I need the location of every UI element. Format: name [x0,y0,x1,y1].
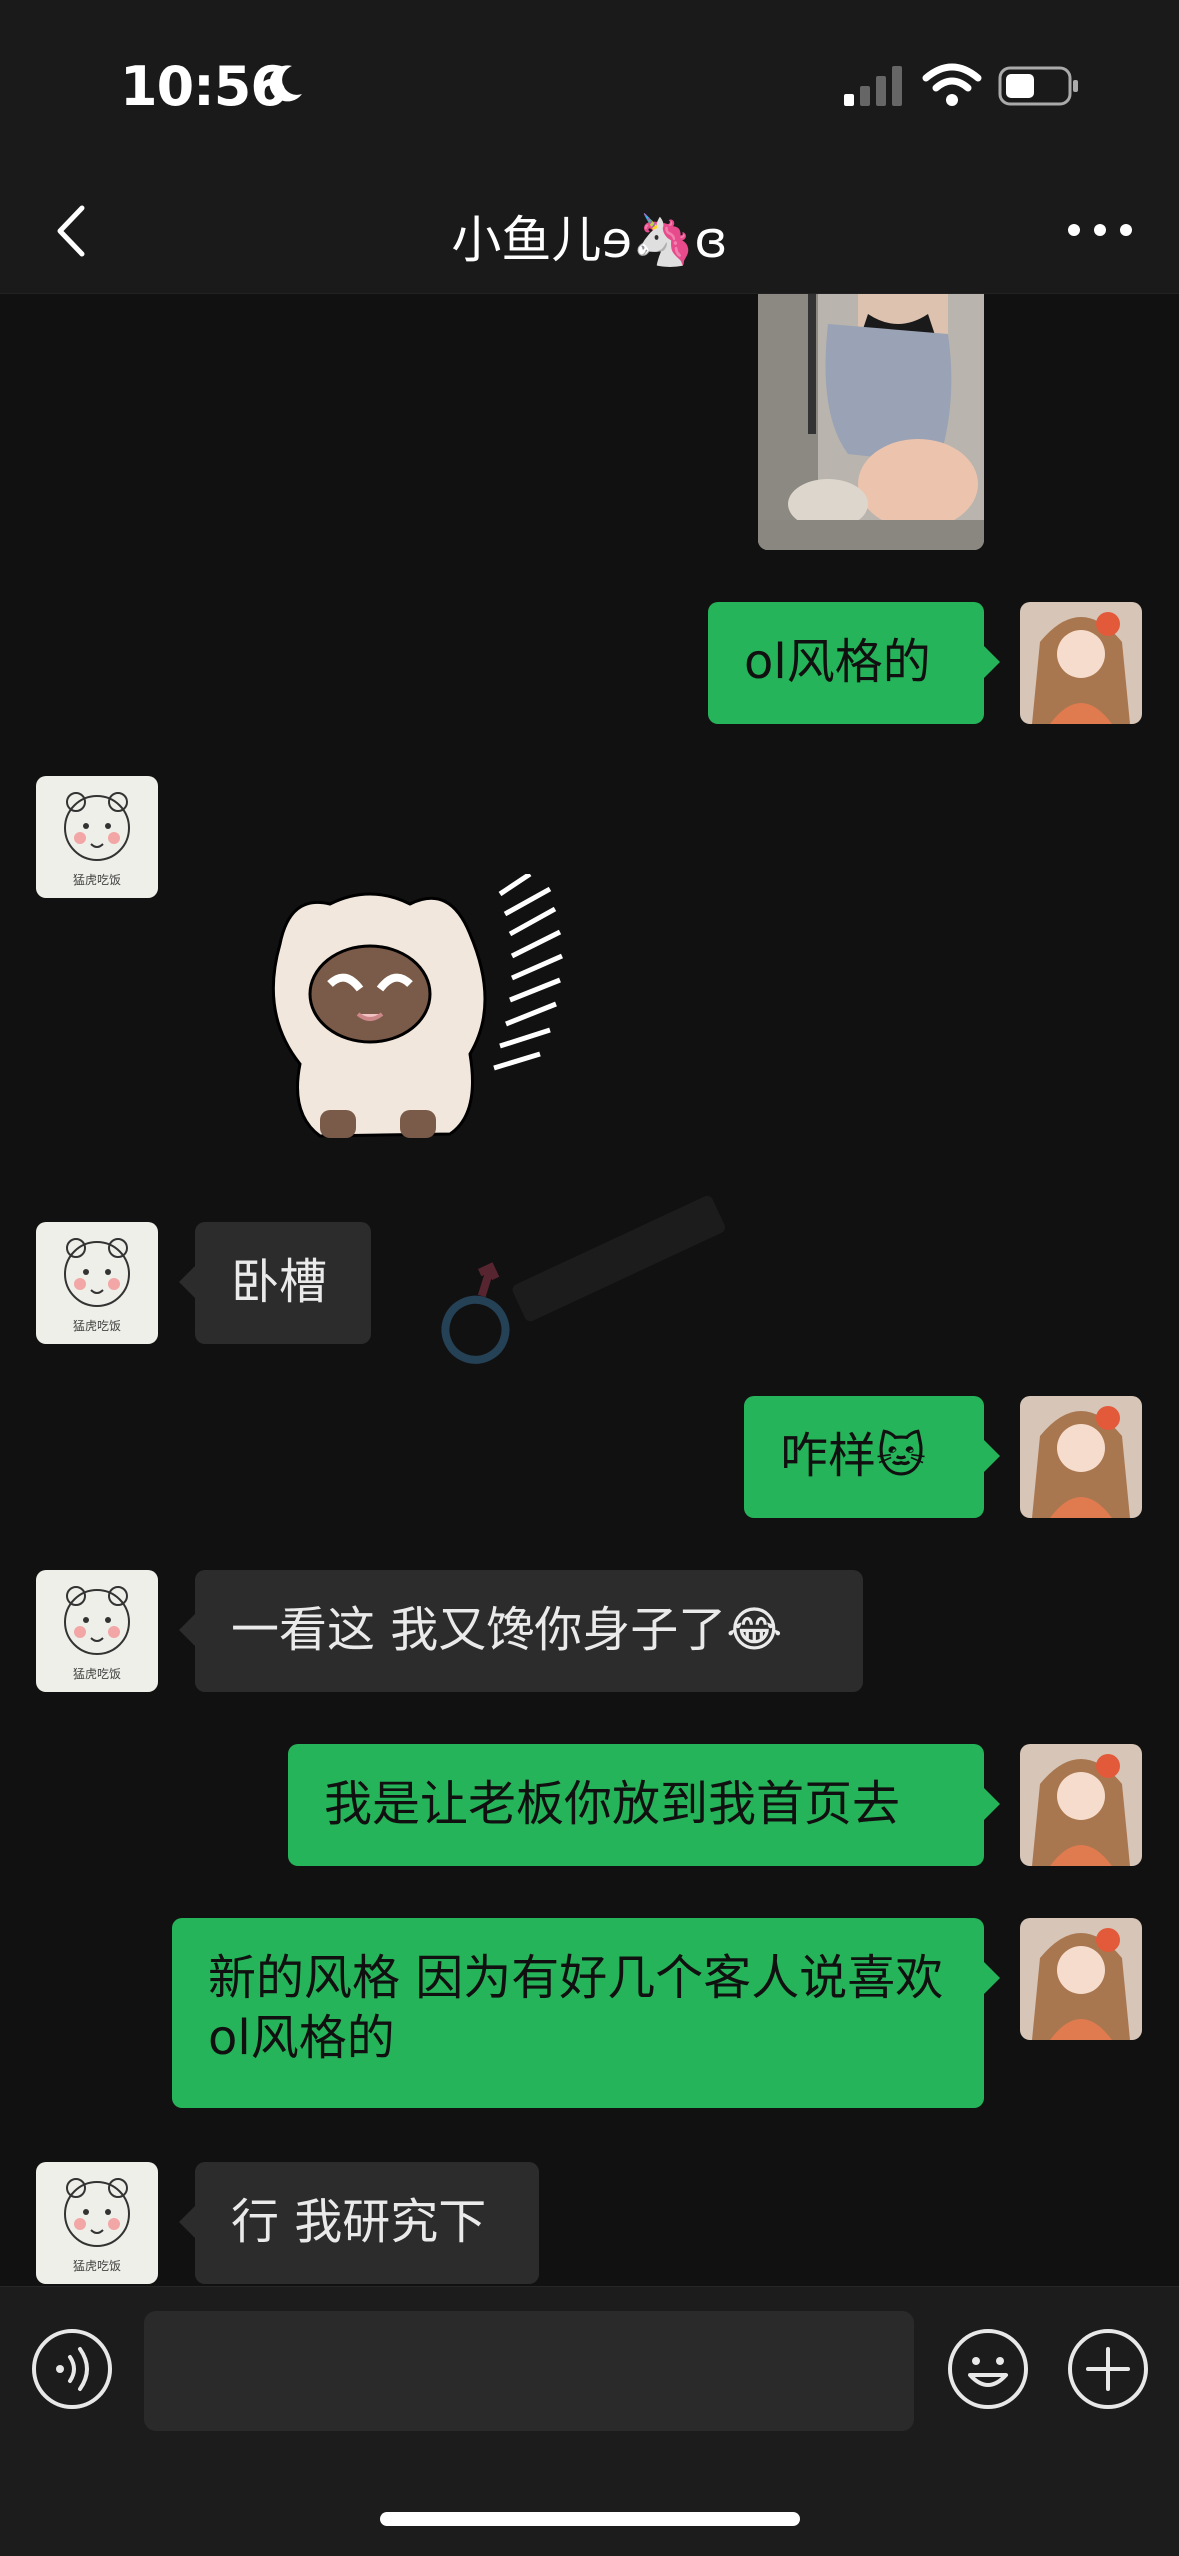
contact-avatar[interactable]: 猛虎吃饭 [36,1570,158,1692]
image-message[interactable] [758,294,984,550]
plus-icon[interactable] [1066,2327,1150,2411]
my-avatar[interactable] [1020,1744,1142,1866]
svg-text:猛虎吃饭: 猛虎吃饭 [73,873,121,887]
svg-text:猛虎吃饭: 猛虎吃饭 [73,1667,121,1681]
watermark-logo [441,1195,725,1364]
my-avatar[interactable] [1020,602,1142,724]
message-bubble-outgoing[interactable]: 咋样🐱 [744,1396,1000,1518]
contact-avatar[interactable]: 猛虎吃饭 [36,776,158,898]
home-indicator[interactable] [380,2512,800,2526]
message-input[interactable] [144,2311,914,2431]
chat-title[interactable]: 小鱼儿ɘ🦄ɞ [0,200,1179,272]
contact-avatar[interactable]: 猛虎吃饭 [36,1222,158,1344]
wifi-icon [922,63,982,106]
emoji-icon[interactable] [946,2327,1030,2411]
message-bubble-outgoing[interactable]: 新的风格 因为有好几个客人说喜欢ol风格的 [172,1918,1000,2108]
message-list[interactable]: ol风格的 猛虎吃饭 猛虎吃饭 卧槽 咋样🐱 猛虎吃饭 一看这 我又馋你身子了😂… [0,294,1179,2294]
message-bubble-incoming[interactable]: 卧槽 [179,1222,371,1344]
svg-text:猛虎吃饭: 猛虎吃饭 [73,1319,121,1333]
crying-cat-sticker[interactable] [250,874,570,1164]
message-bubble-incoming[interactable]: 行 我研究下 [179,2162,539,2284]
more-dots-icon[interactable] [1060,200,1140,260]
chat-header: 小鱼儿ɘ🦄ɞ [0,170,1179,294]
voice-icon[interactable] [30,2327,114,2411]
moon-icon [269,65,302,102]
status-bar: 10:56 [0,0,1179,170]
contact-avatar[interactable]: 猛虎吃饭 [36,2162,158,2284]
cellular-signal-icon [844,66,902,106]
my-avatar[interactable] [1020,1918,1142,2040]
message-bubble-outgoing[interactable]: 我是让老板你放到我首页去 [288,1744,1000,1866]
message-bubble-incoming[interactable]: 一看这 我又馋你身子了😂 [179,1570,863,1692]
battery-icon [998,66,1078,106]
message-bubble-outgoing[interactable]: ol风格的 [708,602,1000,724]
svg-text:猛虎吃饭: 猛虎吃饭 [73,2259,121,2273]
my-avatar[interactable] [1020,1396,1142,1518]
